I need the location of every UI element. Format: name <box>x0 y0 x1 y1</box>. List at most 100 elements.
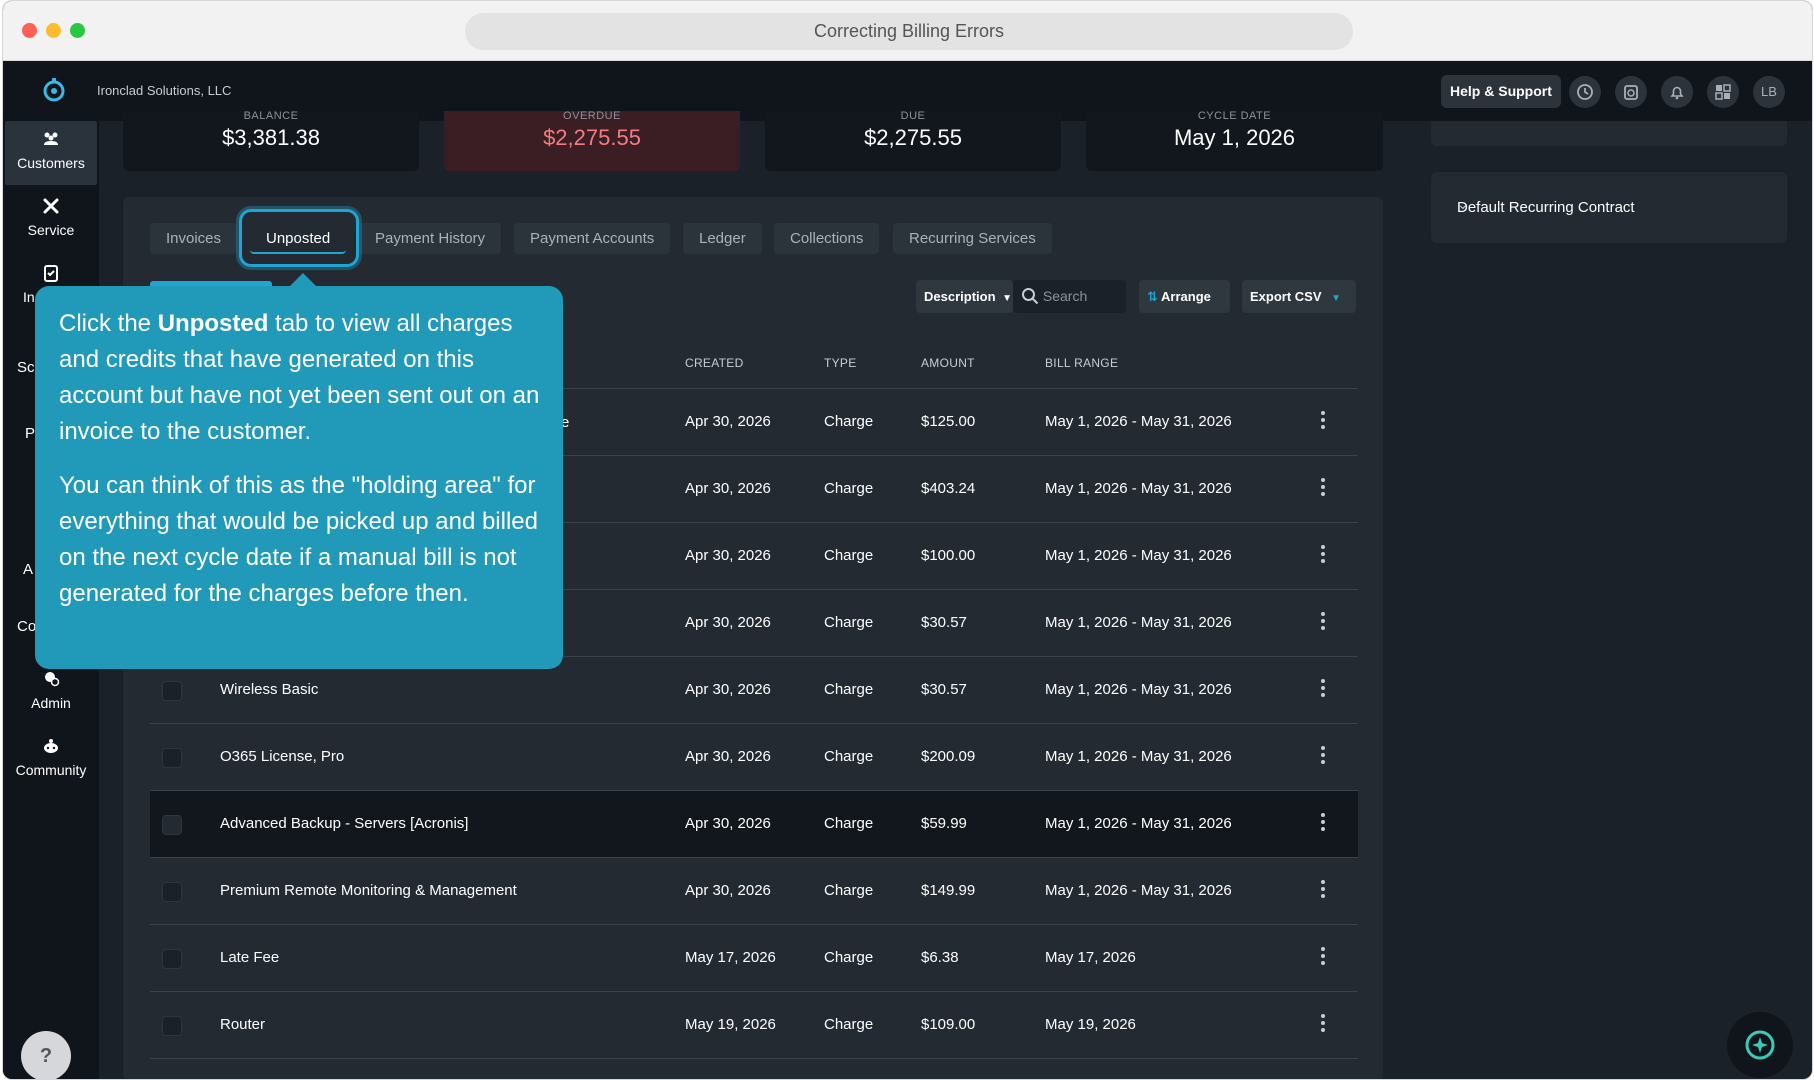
stat-label: OVERDUE <box>563 111 621 122</box>
close-window-button[interactable] <box>22 23 37 38</box>
guide-tooltip: Click the Unposted tab to view all charg… <box>35 286 563 669</box>
tab-invoices[interactable]: Invoices <box>150 223 238 254</box>
row-created: May 17, 2026 <box>685 949 776 966</box>
search-icon <box>1022 288 1039 305</box>
assistant-fab-button[interactable] <box>1727 1012 1793 1078</box>
row-description: Wireless Basic <box>220 681 319 698</box>
bell-icon[interactable] <box>1661 76 1693 108</box>
more-options-icon[interactable] <box>1320 545 1326 567</box>
sidebar-item-sc[interactable]: Sc <box>17 359 35 376</box>
row-type: Charge <box>824 882 874 899</box>
help-support-button[interactable]: Help & Support <box>1441 75 1561 108</box>
chevron-down-icon: ⌄ <box>1457 196 1469 212</box>
column-header-amount[interactable]: AMOUNT <box>921 356 975 370</box>
sidebar-item-community[interactable]: Community <box>5 728 97 792</box>
more-options-icon[interactable] <box>1320 746 1326 768</box>
minimize-window-button[interactable] <box>46 23 61 38</box>
row-description: Router <box>220 1016 266 1033</box>
due-card: DUE $2,275.55 <box>765 111 1061 171</box>
more-options-icon[interactable] <box>1320 1014 1326 1036</box>
apps-grid-icon[interactable] <box>1707 76 1739 108</box>
cycle-date-card: CYCLE DATE May 1, 2026 <box>1086 111 1383 171</box>
search-input[interactable]: Search <box>1013 280 1126 313</box>
more-options-icon[interactable] <box>1320 947 1326 969</box>
row-amount: $100.00 <box>921 547 976 564</box>
more-options-icon[interactable] <box>1320 478 1326 500</box>
table-row[interactable]: Advanced Backup - Servers [Acronis] Apr 3… <box>150 791 1358 858</box>
row-checkbox[interactable] <box>162 949 182 969</box>
column-header-created[interactable]: CREATED <box>685 356 744 370</box>
more-options-icon[interactable] <box>1320 679 1326 701</box>
row-description: Premium Remote Monitoring & Management <box>220 882 517 899</box>
table-row[interactable]: Late Fee May 17, 2026 Charge $6.38 May 17, 2… <box>150 925 1358 992</box>
column-header-type[interactable]: TYPE <box>824 356 857 370</box>
row-type: Charge <box>824 815 874 832</box>
row-amount: $109.00 <box>921 1016 976 1033</box>
row-type: Charge <box>824 949 874 966</box>
row-bill-range: May 1, 2026 - May 31, 2026 <box>1045 413 1232 430</box>
recurring-contract-dropdown[interactable]: Default Recurring Contract ⌄ <box>1431 172 1787 243</box>
stat-value: $3,381.38 <box>222 125 320 150</box>
row-description: Late Fee <box>220 949 280 966</box>
row-checkbox[interactable] <box>162 815 182 835</box>
row-amount: $30.57 <box>921 614 967 631</box>
row-bill-range: May 17, 2026 <box>1045 949 1136 966</box>
row-created: Apr 30, 2026 <box>685 413 771 430</box>
row-checkbox[interactable] <box>162 748 182 768</box>
row-type: Charge <box>824 681 874 698</box>
sidebar-item-admin[interactable]: Admin <box>5 661 97 725</box>
more-options-icon[interactable] <box>1320 612 1326 634</box>
table-row[interactable]: Router May 19, 2026 Charge $109.00 May 19, 2… <box>150 992 1358 1059</box>
arrange-icon: ⇅ <box>1147 289 1158 304</box>
row-type: Charge <box>824 413 874 430</box>
row-bill-range: May 1, 2026 - May 31, 2026 <box>1045 614 1232 631</box>
sort-field-select[interactable]: Description ▼ <box>916 280 1013 313</box>
tab-collections[interactable]: Collections <box>774 223 880 254</box>
chevron-down-icon: ▼ <box>1002 293 1013 304</box>
timer-icon[interactable] <box>1615 76 1647 108</box>
sidebar-item-label: Admin <box>31 695 71 711</box>
stat-label: CYCLE DATE <box>1197 111 1272 122</box>
company-name: Ironclad Solutions, LLC <box>97 83 232 98</box>
row-checkbox[interactable] <box>162 882 182 902</box>
table-row[interactable]: O365 License, Pro Apr 30, 2026 Charge $200.… <box>150 724 1358 791</box>
tab-recurring-services[interactable]: Recurring Services <box>893 223 1052 254</box>
more-options-icon[interactable] <box>1320 880 1326 902</box>
sidebar-item-co[interactable]: Co <box>17 618 36 635</box>
row-amount: $125.00 <box>921 413 976 430</box>
history-icon[interactable] <box>1569 76 1601 108</box>
row-description: O365 License, Pro <box>220 748 345 765</box>
arrange-button[interactable]: ⇅ Arrange <box>1139 280 1230 313</box>
search-placeholder: Search <box>1042 288 1088 304</box>
tab-ledger[interactable]: Ledger <box>683 223 762 254</box>
row-bill-range: May 1, 2026 - May 31, 2026 <box>1045 681 1232 698</box>
sidebar-item-a[interactable]: A <box>23 561 33 578</box>
row-checkbox[interactable] <box>162 681 182 701</box>
row-type: Charge <box>824 547 874 564</box>
app-window: Correcting Billing Errors Ironclad Solut… <box>2 0 1813 1080</box>
sidebar-item-service[interactable]: Service <box>5 188 97 252</box>
sidebar-item-p[interactable]: P <box>25 425 35 442</box>
tab-payment-history[interactable]: Payment History <box>359 223 502 254</box>
row-created: Apr 30, 2026 <box>685 882 771 899</box>
address-bar[interactable]: Correcting Billing Errors <box>465 13 1353 50</box>
help-question-button[interactable]: ? <box>21 1031 71 1079</box>
row-amount: $6.38 <box>921 949 959 966</box>
export-csv-button[interactable]: Export CSV ▼ <box>1242 280 1356 313</box>
user-avatar[interactable]: LB <box>1753 76 1785 108</box>
row-type: Charge <box>824 1016 874 1033</box>
row-type: Charge <box>824 480 874 497</box>
tab-payment-accounts[interactable]: Payment Accounts <box>514 223 671 254</box>
row-checkbox[interactable] <box>162 1016 182 1036</box>
maximize-window-button[interactable] <box>70 23 85 38</box>
more-options-icon[interactable] <box>1320 411 1326 433</box>
service-icon <box>5 196 97 220</box>
row-bill-range: May 1, 2026 - May 31, 2026 <box>1045 547 1232 564</box>
table-row[interactable]: Premium Remote Monitoring & Management Ap… <box>150 858 1358 925</box>
more-options-icon[interactable] <box>1320 813 1326 835</box>
row-type: Charge <box>824 614 874 631</box>
app-logo-icon[interactable] <box>41 77 67 103</box>
sidebar-item-customers[interactable]: Customers <box>5 121 97 185</box>
row-type: Charge <box>824 748 874 765</box>
column-header-bill-range[interactable]: BILL RANGE <box>1045 356 1118 370</box>
